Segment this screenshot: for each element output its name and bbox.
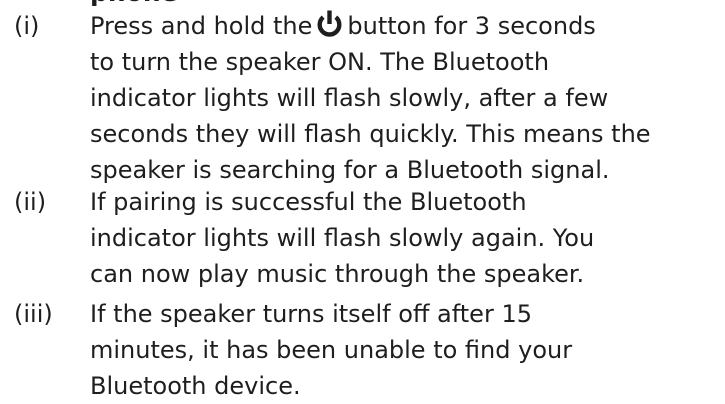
item-line: indicator lights will flash slowly, afte… [90,84,609,112]
instruction-page: phone (i) Press and hold the button for 3… [0,0,725,400]
item-line-text: button for 3 seconds [347,12,596,40]
item-line: indicator lights will flash slowly again… [90,224,595,252]
item-line: can now play music through the speaker. [90,260,585,288]
item-line: minutes, it has been unable to find your [90,336,573,364]
item-line: If the speaker turns itself off after 15 [90,300,532,328]
item-text: Press and hold the button for 3 seconds t… [90,8,720,188]
item-text: If the speaker turns itself off after 15… [90,296,720,404]
section-heading-partial: phone [90,0,178,8]
item-line: Bluetooth device. [90,372,301,400]
power-icon [316,10,343,39]
item-line: If pairing is successful the Bluetooth [90,188,527,216]
item-line-text: Press and hold the [90,12,313,40]
item-marker: (i) [14,12,40,40]
item-marker: (iii) [14,300,53,328]
item-line: speaker is searching for a Bluetooth sig… [90,156,610,184]
item-marker: (ii) [14,188,47,216]
item-line: Press and hold the button for 3 seconds [90,8,720,44]
item-line: to turn the speaker ON. The Bluetooth [90,48,550,76]
item-text: If pairing is successful the Bluetooth i… [90,184,720,292]
item-line: seconds they will flash quickly. This me… [90,120,651,148]
